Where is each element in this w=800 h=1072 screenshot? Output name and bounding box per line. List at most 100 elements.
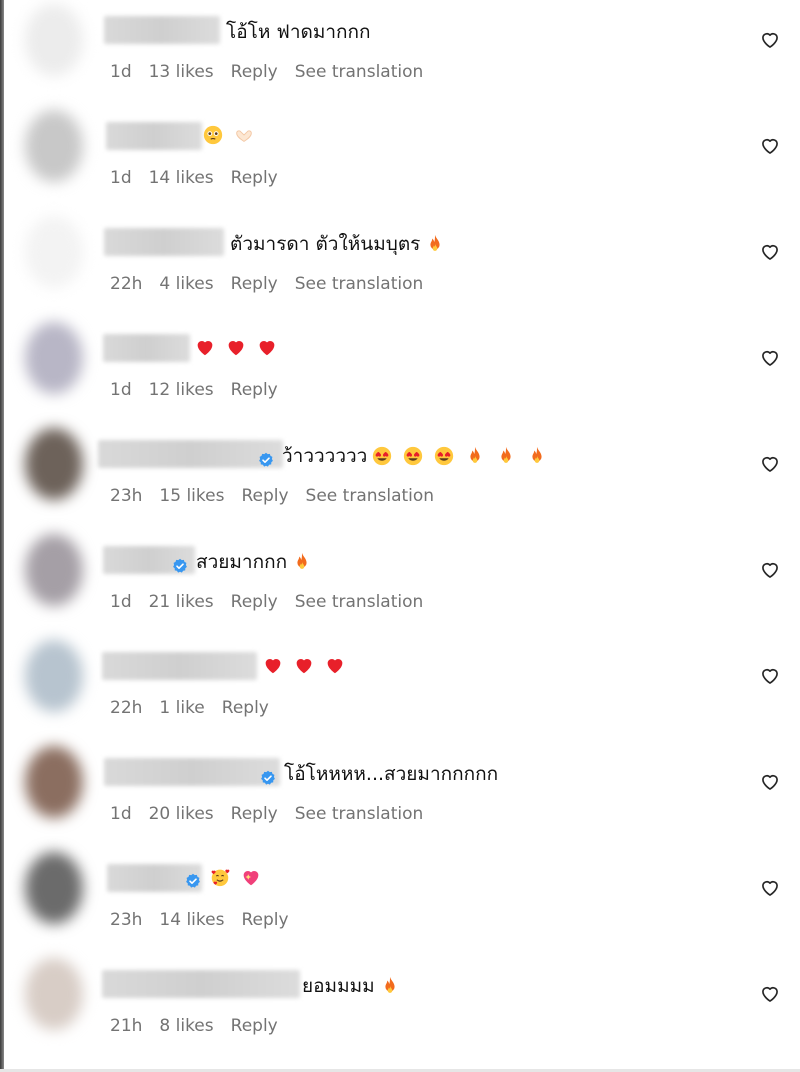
reply-button[interactable]: Reply — [231, 1016, 278, 1036]
verified-badge-icon — [260, 766, 276, 785]
reply-button[interactable]: Reply — [231, 168, 278, 188]
heart-eyes-icon — [433, 445, 455, 467]
like-heart-icon[interactable] — [760, 30, 780, 50]
comment-meta: 1d 14 likes Reply — [110, 168, 295, 188]
reply-button[interactable]: Reply — [222, 698, 269, 718]
likes-count[interactable]: 8 likes — [159, 1016, 213, 1036]
likes-count[interactable]: 14 likes — [149, 168, 214, 188]
reply-button[interactable]: Reply — [231, 804, 278, 824]
emoji-group — [379, 975, 410, 997]
reply-button[interactable]: Reply — [231, 62, 278, 82]
timestamp: 1d — [110, 62, 132, 82]
reply-button[interactable]: Reply — [241, 910, 288, 930]
emoji-group — [194, 336, 287, 358]
comment-item: โอ้โห ฟาดมากกก 1d 13 likes Reply See transla… — [0, 0, 800, 105]
username-redacted[interactable] — [102, 652, 257, 680]
likes-count[interactable]: 12 likes — [149, 380, 214, 400]
likes-count[interactable]: 20 likes — [149, 804, 214, 824]
reply-button[interactable]: Reply — [241, 486, 288, 506]
timestamp: 21h — [110, 1016, 143, 1036]
comment-meta: 23h 15 likes Reply See translation — [110, 486, 451, 506]
username-redacted[interactable] — [102, 970, 300, 998]
avatar[interactable] — [25, 216, 83, 288]
see-translation-link[interactable]: See translation — [306, 486, 435, 506]
avatar[interactable] — [25, 534, 83, 606]
verified-badge-icon — [185, 869, 201, 888]
fire-icon — [291, 551, 313, 573]
comment-meta: 22h 4 likes Reply See translation — [110, 274, 440, 294]
red-heart-icon — [262, 654, 284, 676]
likes-count[interactable]: 13 likes — [149, 62, 214, 82]
reply-button[interactable]: Reply — [231, 380, 278, 400]
avatar[interactable] — [25, 746, 83, 818]
reply-button[interactable]: Reply — [231, 274, 278, 294]
comment-item: ยอมมมม 21h 8 likes Reply — [0, 954, 800, 1059]
heart-eyes-icon — [371, 445, 393, 467]
comment-meta: 1d 12 likes Reply — [110, 380, 295, 400]
like-heart-icon[interactable] — [760, 666, 780, 686]
like-heart-icon[interactable] — [760, 560, 780, 580]
see-translation-link[interactable]: See translation — [295, 274, 424, 294]
avatar[interactable] — [25, 110, 83, 182]
timestamp: 1d — [110, 380, 132, 400]
emoji-group — [202, 124, 264, 146]
avatar[interactable] — [25, 322, 83, 394]
timestamp: 1d — [110, 592, 132, 612]
avatar[interactable] — [25, 958, 83, 1030]
like-heart-icon[interactable] — [760, 348, 780, 368]
username-redacted[interactable] — [104, 228, 224, 256]
see-translation-link[interactable]: See translation — [295, 62, 424, 82]
likes-count[interactable]: 15 likes — [159, 486, 224, 506]
comment-meta: 21h 8 likes Reply — [110, 1016, 295, 1036]
red-heart-icon — [256, 336, 278, 358]
likes-count[interactable]: 1 like — [159, 698, 204, 718]
heart-hands-icon — [233, 124, 255, 146]
comment-content: ยอมมมม — [302, 972, 410, 1000]
comment-item: 1d 12 likes Reply — [0, 318, 800, 423]
like-heart-icon[interactable] — [760, 136, 780, 156]
emoji-group — [291, 551, 322, 573]
fire-icon — [495, 445, 517, 467]
comment-item: 22h 1 like Reply — [0, 636, 800, 741]
avatar[interactable] — [25, 640, 83, 712]
like-heart-icon[interactable] — [760, 454, 780, 474]
likes-count[interactable]: 21 likes — [149, 592, 214, 612]
reply-button[interactable]: Reply — [231, 592, 278, 612]
timestamp: 23h — [110, 910, 143, 930]
like-heart-icon[interactable] — [760, 772, 780, 792]
verified-badge-icon — [172, 554, 188, 573]
avatar[interactable] — [25, 428, 83, 500]
like-heart-icon[interactable] — [760, 242, 780, 262]
username-redacted[interactable] — [103, 334, 190, 362]
comment-text: โอ้โห ฟาดมากกก — [226, 21, 371, 43]
timestamp: 1d — [110, 804, 132, 824]
comment-content: สวยมากกก — [172, 548, 322, 576]
comment-text: สวยมากกก — [196, 551, 288, 573]
username-redacted[interactable] — [106, 122, 202, 150]
username-redacted[interactable] — [104, 758, 280, 786]
verified-badge-icon — [258, 448, 274, 467]
avatar[interactable] — [25, 852, 83, 924]
like-heart-icon[interactable] — [760, 878, 780, 898]
avatar[interactable] — [25, 4, 83, 76]
comment-content: โอ้โห ฟาดมากกก — [226, 18, 375, 46]
red-heart-icon — [194, 336, 216, 358]
see-translation-link[interactable]: See translation — [295, 592, 424, 612]
smiling-face-with-hearts-icon — [209, 866, 231, 888]
likes-count[interactable]: 14 likes — [159, 910, 224, 930]
username-redacted[interactable] — [98, 440, 283, 468]
like-heart-icon[interactable] — [760, 984, 780, 1004]
see-translation-link[interactable]: See translation — [295, 804, 424, 824]
username-redacted[interactable] — [104, 16, 220, 44]
comment-meta: 1d 20 likes Reply See translation — [110, 804, 440, 824]
timestamp: 1d — [110, 168, 132, 188]
comment-content: โอ้โหหหห...สวยมากกกกก — [260, 760, 502, 788]
comment-item: 23h 14 likes Reply — [0, 848, 800, 953]
timestamp: 23h — [110, 486, 143, 506]
emoji-group — [262, 654, 355, 676]
comment-item: 1d 14 likes Reply — [0, 106, 800, 211]
fire-icon — [424, 233, 446, 255]
likes-count[interactable]: 4 likes — [159, 274, 213, 294]
comment-text: ยอมมมม — [302, 975, 375, 997]
timestamp: 22h — [110, 274, 143, 294]
